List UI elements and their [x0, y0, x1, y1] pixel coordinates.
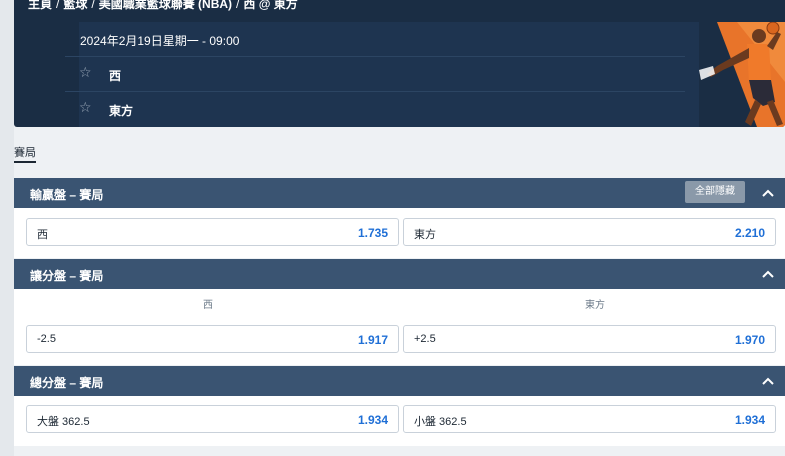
market-header-moneyline[interactable]: 輸贏盤 – 賽局 全部隱藏 — [14, 178, 785, 208]
team-row-home: ☆ 西 — [65, 56, 685, 90]
odds-value: 2.210 — [734, 226, 765, 240]
market-header-total[interactable]: 總分盤 – 賽局 — [14, 366, 785, 396]
market-body-total: 大盤 362.5 1.934 小盤 362.5 1.934 — [14, 396, 785, 446]
odds-label: 西 — [37, 229, 48, 241]
odds-button-under[interactable]: 小盤 362.5 1.934 — [403, 405, 776, 433]
odds-button-away-handicap[interactable]: +2.5 1.970 — [403, 325, 776, 353]
odds-button-home-handicap[interactable]: -2.5 1.917 — [26, 325, 399, 353]
favorite-star-icon[interactable]: ☆ — [79, 65, 93, 79]
column-header-away: 東方 — [585, 300, 605, 311]
chevron-up-icon[interactable] — [761, 374, 775, 388]
event-datetime: 2024年2月19日星期一 - 09:00 — [80, 34, 240, 48]
odds-value: 1.970 — [734, 333, 765, 347]
odds-value: 1.735 — [357, 226, 388, 240]
odds-value: 1.934 — [734, 413, 765, 427]
breadcrumb-league[interactable]: 美國職業籃球聯賽 (NBA) — [99, 0, 232, 11]
odds-label: 大盤 362.5 — [37, 416, 90, 428]
team-row-away: ☆ 東方 — [65, 91, 685, 125]
odds-button-away[interactable]: 東方 2.210 — [403, 218, 776, 246]
chevron-up-icon[interactable] — [761, 186, 775, 200]
odds-label: -2.5 — [37, 333, 56, 345]
odds-value: 1.917 — [357, 333, 388, 347]
market-body-handicap: 西 東方 -2.5 1.917 +2.5 1.970 — [14, 289, 785, 365]
breadcrumb-home[interactable]: 主頁 — [28, 0, 52, 11]
tab-game[interactable]: 賽局 — [14, 144, 36, 160]
team-name: 東方 — [109, 104, 134, 118]
breadcrumb: 主頁 / 籃球 / 美國職業籃球聯賽 (NBA) / 西 @ 東方 — [28, 0, 298, 13]
odds-label: 小盤 362.5 — [414, 416, 467, 428]
column-header-home: 西 — [203, 300, 213, 311]
odds-button-home[interactable]: 西 1.735 — [26, 218, 399, 246]
favorite-star-icon[interactable]: ☆ — [79, 100, 93, 114]
breadcrumb-event: 西 @ 東方 — [243, 0, 298, 11]
market-title: 總分盤 – 賽局 — [30, 376, 104, 390]
market-title: 讓分盤 – 賽局 — [30, 269, 104, 283]
odds-button-over[interactable]: 大盤 362.5 1.934 — [26, 405, 399, 433]
breadcrumb-basketball[interactable]: 籃球 — [63, 0, 87, 11]
chevron-up-icon[interactable] — [761, 267, 775, 281]
market-header-handicap[interactable]: 讓分盤 – 賽局 — [14, 259, 785, 289]
odds-value: 1.934 — [357, 413, 388, 427]
market-title: 輸贏盤 – 賽局 — [30, 188, 104, 202]
team-name: 西 — [109, 69, 122, 83]
collapse-all-button[interactable]: 全部隱藏 — [685, 181, 745, 203]
basketball-player-art — [697, 22, 785, 127]
left-sidebar-strip — [0, 0, 14, 456]
odds-label: 東方 — [414, 229, 436, 241]
odds-label: +2.5 — [414, 333, 436, 345]
tab-active-indicator — [14, 161, 36, 163]
market-body-moneyline: 西 1.735 東方 2.210 — [14, 208, 785, 258]
